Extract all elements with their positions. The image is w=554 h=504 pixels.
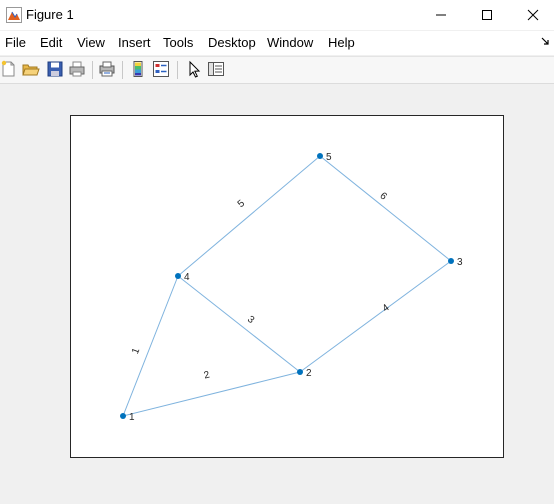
graph-edge-4-5 <box>177 155 321 277</box>
toolbar <box>0 56 554 84</box>
menu-window[interactable]: Window <box>267 35 313 50</box>
graph-edge-4-2 <box>177 275 301 373</box>
graph-node-1 <box>120 413 126 419</box>
menu-view[interactable]: View <box>77 35 105 50</box>
graph-node-3 <box>448 258 454 264</box>
graph-edge-label-1: 1 <box>130 346 142 356</box>
graph-edge-label-5: 5 <box>236 198 248 210</box>
graph-node-2 <box>297 369 303 375</box>
graph-edge-label-4: 4 <box>381 302 392 314</box>
menu-bar: File Edit View Insert Tools Desktop Wind… <box>0 31 554 55</box>
graph-plot: 1 2 3 4 5 6 1 2 3 4 5 <box>120 152 463 423</box>
edit-plot-arrow-icon[interactable] <box>185 60 203 78</box>
close-button[interactable] <box>510 0 554 30</box>
property-inspector-icon[interactable] <box>207 60 225 78</box>
menu-tools[interactable]: Tools <box>163 35 193 50</box>
print-preview-icon[interactable] <box>98 60 116 78</box>
maximize-button[interactable] <box>464 0 510 30</box>
dock-arrow-icon[interactable] <box>540 36 550 48</box>
graph-node-label-1: 1 <box>129 412 135 423</box>
minimize-icon <box>436 14 446 16</box>
graph-axes[interactable]: 1 2 3 4 5 6 1 2 3 4 5 <box>70 115 504 458</box>
window-title: Figure 1 <box>26 7 74 22</box>
graph-edge-1-2 <box>122 371 301 417</box>
graph-edge-label-6: 6 <box>377 191 389 203</box>
print-icon[interactable] <box>68 60 86 78</box>
matlab-figure-icon <box>6 7 22 23</box>
maximize-icon <box>482 10 492 20</box>
graph-edge-label-2: 2 <box>203 369 211 381</box>
insert-colorbar-icon[interactable] <box>129 60 147 78</box>
graph-node-4 <box>175 273 181 279</box>
close-icon <box>527 9 539 21</box>
menu-edit[interactable]: Edit <box>40 35 62 50</box>
menu-help[interactable]: Help <box>328 35 355 50</box>
graph-node-label-3: 3 <box>457 257 463 268</box>
menu-desktop[interactable]: Desktop <box>208 35 256 50</box>
graph-node-5 <box>317 153 323 159</box>
toolbar-separator <box>122 61 123 79</box>
graph-edge-1-4 <box>122 275 179 417</box>
graph-edge-label-3: 3 <box>245 314 257 326</box>
menu-insert[interactable]: Insert <box>118 35 151 50</box>
graph-node-label-2: 2 <box>306 368 312 379</box>
title-bar: Figure 1 <box>0 0 554 30</box>
minimize-button[interactable] <box>418 0 464 30</box>
insert-legend-icon[interactable] <box>152 60 170 78</box>
save-icon[interactable] <box>46 60 64 78</box>
menu-file[interactable]: File <box>5 35 26 50</box>
graph-edge-5-3 <box>319 155 452 262</box>
graph-node-label-5: 5 <box>326 152 332 163</box>
toolbar-separator <box>177 61 178 79</box>
graph-node-label-4: 4 <box>184 272 190 283</box>
graph-edge-2-3 <box>299 260 452 373</box>
toolbar-separator <box>92 61 93 79</box>
new-figure-icon[interactable] <box>0 60 18 78</box>
open-file-icon[interactable] <box>22 60 40 78</box>
